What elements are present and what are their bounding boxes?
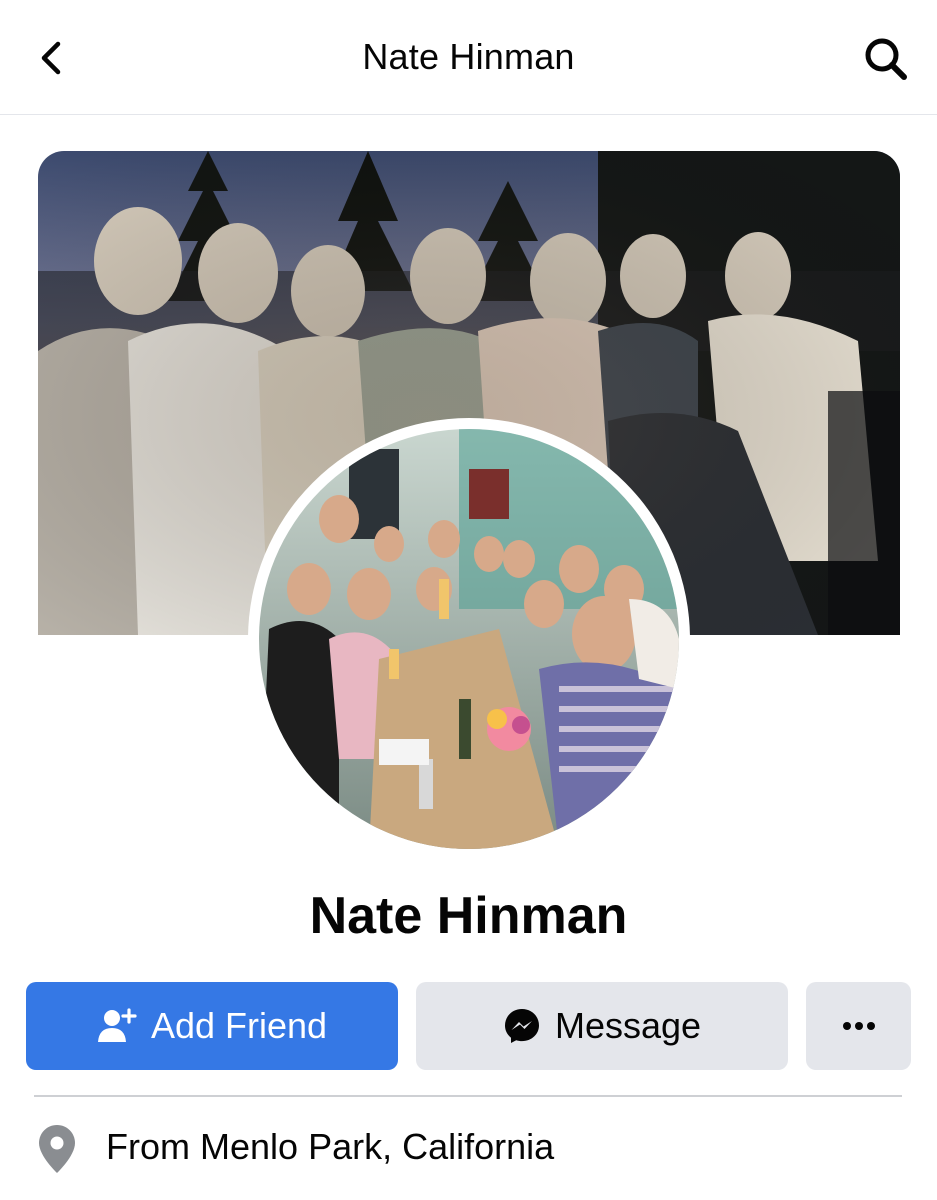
add-person-icon <box>97 1008 137 1042</box>
more-dots-icon <box>842 1022 875 1030</box>
search-button[interactable] <box>861 34 911 84</box>
messenger-icon <box>504 1009 539 1043</box>
from-location-link[interactable]: Menlo Park, California <box>200 1126 554 1167</box>
profile-photo-image <box>259 429 679 849</box>
message-button[interactable]: Message <box>416 982 788 1070</box>
add-friend-label: Add Friend <box>150 1005 328 1046</box>
profile-name: Nate Hinman <box>309 887 628 945</box>
top-navigation-bar: Nate Hinman <box>0 0 937 115</box>
profile-actions: Add Friend Message <box>26 982 912 1070</box>
from-text: From Menlo Park, California <box>106 1126 554 1168</box>
divider <box>34 1095 902 1097</box>
more-options-button[interactable] <box>806 982 911 1070</box>
message-label: Message <box>554 1005 702 1046</box>
intro-from-location: From Menlo Park, California <box>38 1120 918 1180</box>
page-title: Nate Hinman <box>362 36 575 77</box>
from-prefix: From <box>106 1126 190 1167</box>
location-pin-icon <box>39 1125 75 1173</box>
profile-photo[interactable] <box>248 418 690 860</box>
search-icon <box>865 38 907 80</box>
add-friend-button[interactable]: Add Friend <box>26 982 398 1070</box>
